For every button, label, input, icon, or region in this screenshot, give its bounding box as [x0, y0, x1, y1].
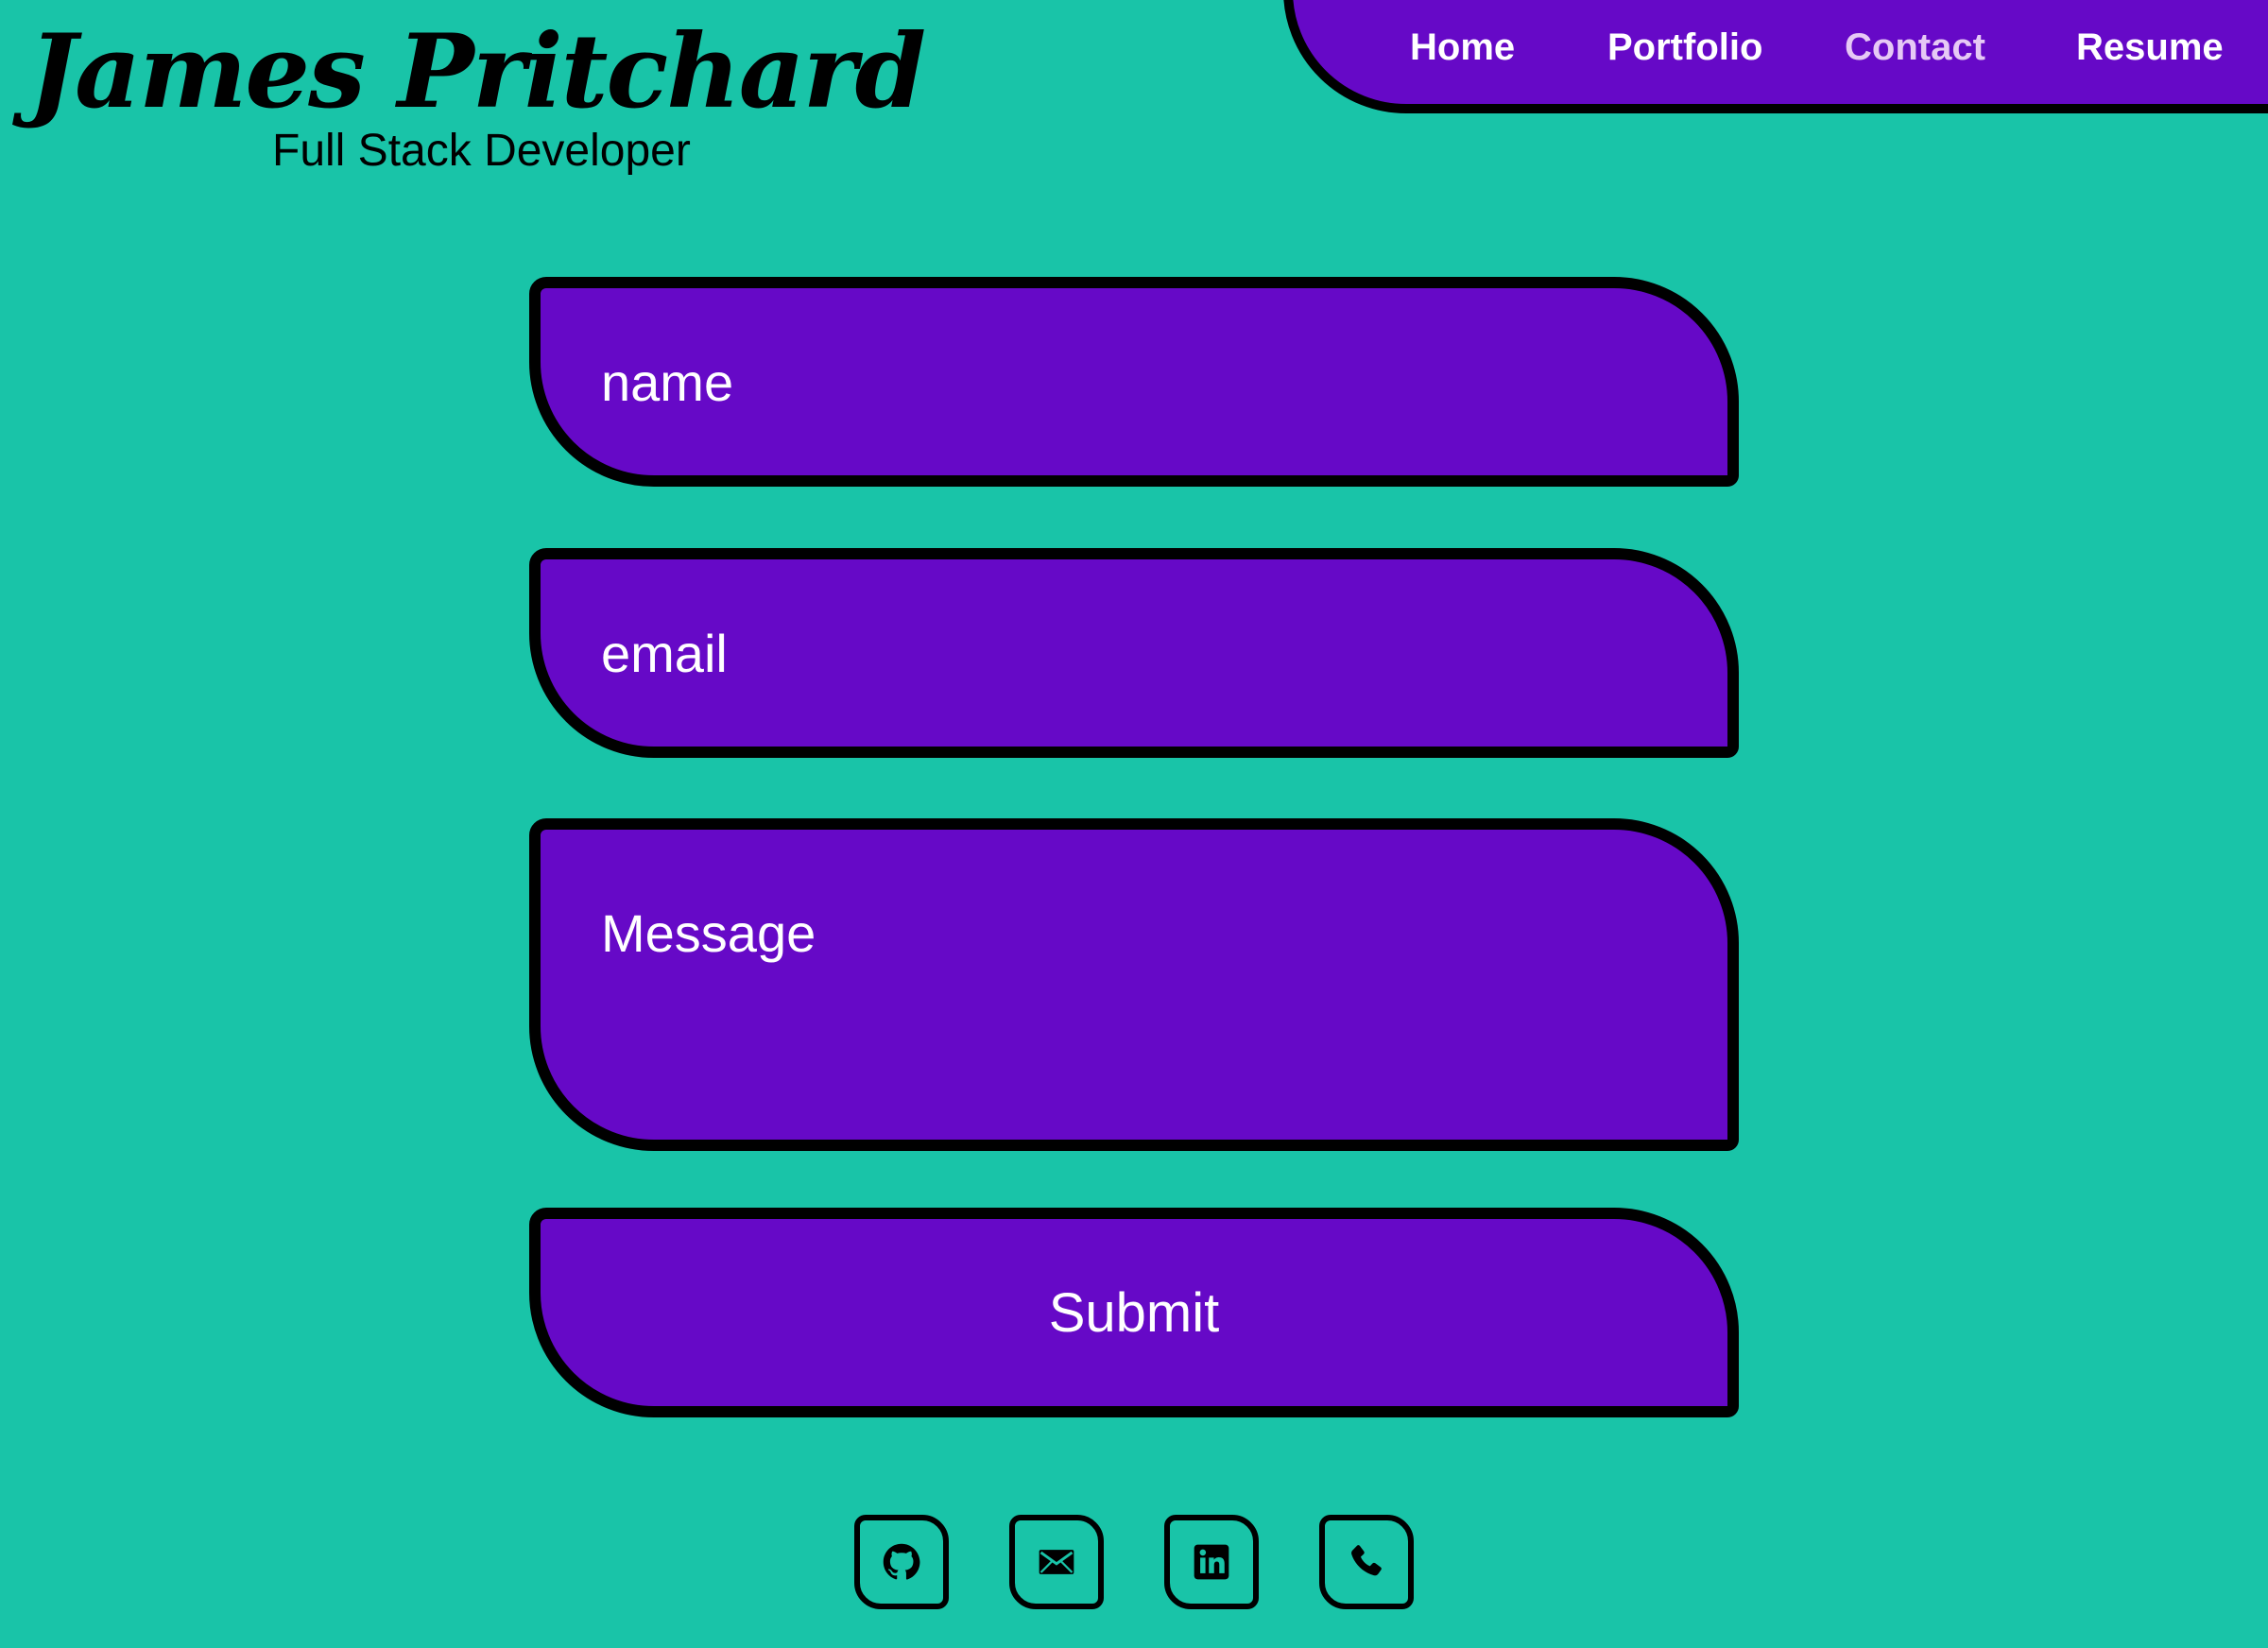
github-icon	[883, 1543, 920, 1580]
nav-link-contact[interactable]: Contact	[1845, 26, 1985, 69]
message-textarea[interactable]	[529, 818, 1739, 1151]
phone-link[interactable]	[1319, 1515, 1414, 1609]
nav-link-home[interactable]: Home	[1410, 26, 1515, 69]
nav-link-portfolio[interactable]: Portfolio	[1607, 26, 1762, 69]
email-link[interactable]	[1009, 1515, 1104, 1609]
github-link[interactable]	[854, 1515, 949, 1609]
nav-link-resume[interactable]: Resume	[2076, 26, 2224, 69]
linkedin-link[interactable]	[1164, 1515, 1259, 1609]
submit-button[interactable]: Submit	[529, 1208, 1739, 1417]
email-input[interactable]	[529, 548, 1739, 758]
name-input[interactable]	[529, 277, 1739, 487]
brand: James Pritchard Full Stack Developer	[28, 0, 926, 189]
linkedin-icon	[1194, 1544, 1229, 1580]
brand-name: James Pritchard	[28, 12, 926, 131]
mail-icon	[1039, 1550, 1074, 1574]
social-links	[0, 1515, 2268, 1611]
brand-tagline: Full Stack Developer	[272, 126, 691, 176]
main-nav: Home Portfolio Contact Resume	[1283, 0, 2268, 113]
phone-icon	[1351, 1545, 1382, 1576]
